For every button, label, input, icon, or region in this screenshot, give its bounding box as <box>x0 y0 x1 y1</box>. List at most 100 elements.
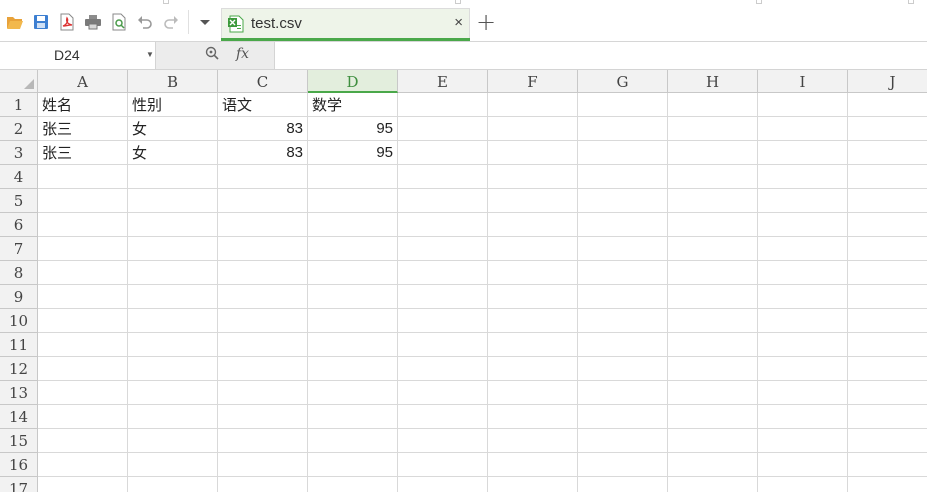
save-icon[interactable] <box>32 13 50 31</box>
cell-e5[interactable] <box>398 189 488 213</box>
more-dropdown-icon[interactable] <box>196 13 214 31</box>
cell-d13[interactable] <box>308 381 398 405</box>
cell-d2[interactable]: 95 <box>308 117 398 141</box>
cell-g12[interactable] <box>578 357 668 381</box>
cell-g4[interactable] <box>578 165 668 189</box>
cell-i6[interactable] <box>758 213 848 237</box>
cell-b17[interactable] <box>128 477 218 492</box>
cell-j10[interactable] <box>848 309 927 333</box>
cell-h7[interactable] <box>668 237 758 261</box>
formula-input[interactable] <box>276 42 927 69</box>
cell-b12[interactable] <box>128 357 218 381</box>
cell-h14[interactable] <box>668 405 758 429</box>
chevron-down-icon[interactable]: ▼ <box>146 50 154 59</box>
cell-g3[interactable] <box>578 141 668 165</box>
cell-g8[interactable] <box>578 261 668 285</box>
cell-e14[interactable] <box>398 405 488 429</box>
column-header-g[interactable]: G <box>578 70 668 93</box>
cell-c13[interactable] <box>218 381 308 405</box>
cell-e6[interactable] <box>398 213 488 237</box>
cell-i7[interactable] <box>758 237 848 261</box>
cell-d6[interactable] <box>308 213 398 237</box>
cell-j4[interactable] <box>848 165 927 189</box>
cell-i1[interactable] <box>758 93 848 117</box>
cell-h8[interactable] <box>668 261 758 285</box>
cell-i11[interactable] <box>758 333 848 357</box>
cell-e10[interactable] <box>398 309 488 333</box>
cell-i4[interactable] <box>758 165 848 189</box>
cell-e12[interactable] <box>398 357 488 381</box>
cell-g7[interactable] <box>578 237 668 261</box>
name-box[interactable]: D24 ▼ <box>0 42 156 69</box>
cell-f3[interactable] <box>488 141 578 165</box>
cell-j14[interactable] <box>848 405 927 429</box>
row-header-5[interactable]: 5 <box>0 189 38 213</box>
row-header-17[interactable]: 17 <box>0 477 38 492</box>
cell-c17[interactable] <box>218 477 308 492</box>
cell-h3[interactable] <box>668 141 758 165</box>
cell-e7[interactable] <box>398 237 488 261</box>
row-header-8[interactable]: 8 <box>0 261 38 285</box>
cell-a14[interactable] <box>38 405 128 429</box>
cell-h5[interactable] <box>668 189 758 213</box>
cell-g17[interactable] <box>578 477 668 492</box>
cell-g14[interactable] <box>578 405 668 429</box>
cell-a8[interactable] <box>38 261 128 285</box>
cell-b4[interactable] <box>128 165 218 189</box>
column-header-f[interactable]: F <box>488 70 578 93</box>
cell-d8[interactable] <box>308 261 398 285</box>
cell-i8[interactable] <box>758 261 848 285</box>
redo-icon[interactable] <box>162 13 180 31</box>
row-header-11[interactable]: 11 <box>0 333 38 357</box>
cell-d7[interactable] <box>308 237 398 261</box>
cell-c14[interactable] <box>218 405 308 429</box>
cell-c1[interactable]: 语文 <box>218 93 308 117</box>
cell-h12[interactable] <box>668 357 758 381</box>
cell-i3[interactable] <box>758 141 848 165</box>
cell-j16[interactable] <box>848 453 927 477</box>
cell-h4[interactable] <box>668 165 758 189</box>
cell-g16[interactable] <box>578 453 668 477</box>
cell-b15[interactable] <box>128 429 218 453</box>
cell-c4[interactable] <box>218 165 308 189</box>
cell-f9[interactable] <box>488 285 578 309</box>
cell-f1[interactable] <box>488 93 578 117</box>
cell-e2[interactable] <box>398 117 488 141</box>
cell-f14[interactable] <box>488 405 578 429</box>
cell-j15[interactable] <box>848 429 927 453</box>
cell-e11[interactable] <box>398 333 488 357</box>
cell-a6[interactable] <box>38 213 128 237</box>
cell-b7[interactable] <box>128 237 218 261</box>
cell-g13[interactable] <box>578 381 668 405</box>
cell-c8[interactable] <box>218 261 308 285</box>
cell-j7[interactable] <box>848 237 927 261</box>
cell-d12[interactable] <box>308 357 398 381</box>
cell-j11[interactable] <box>848 333 927 357</box>
cell-g2[interactable] <box>578 117 668 141</box>
row-header-10[interactable]: 10 <box>0 309 38 333</box>
column-header-e[interactable]: E <box>398 70 488 93</box>
cell-b13[interactable] <box>128 381 218 405</box>
cell-j1[interactable] <box>848 93 927 117</box>
cell-f7[interactable] <box>488 237 578 261</box>
cell-h6[interactable] <box>668 213 758 237</box>
cell-g15[interactable] <box>578 429 668 453</box>
cell-d9[interactable] <box>308 285 398 309</box>
cell-d15[interactable] <box>308 429 398 453</box>
cell-b16[interactable] <box>128 453 218 477</box>
print-preview-icon[interactable] <box>110 13 128 31</box>
cell-c9[interactable] <box>218 285 308 309</box>
cell-d4[interactable] <box>308 165 398 189</box>
row-header-6[interactable]: 6 <box>0 213 38 237</box>
cell-f15[interactable] <box>488 429 578 453</box>
cell-b8[interactable] <box>128 261 218 285</box>
cell-j12[interactable] <box>848 357 927 381</box>
cell-h15[interactable] <box>668 429 758 453</box>
cell-g10[interactable] <box>578 309 668 333</box>
print-icon[interactable] <box>84 13 102 31</box>
cell-a1[interactable]: 姓名 <box>38 93 128 117</box>
cell-b3[interactable]: 女 <box>128 141 218 165</box>
cell-a13[interactable] <box>38 381 128 405</box>
close-icon[interactable]: × <box>454 14 463 32</box>
cell-g11[interactable] <box>578 333 668 357</box>
